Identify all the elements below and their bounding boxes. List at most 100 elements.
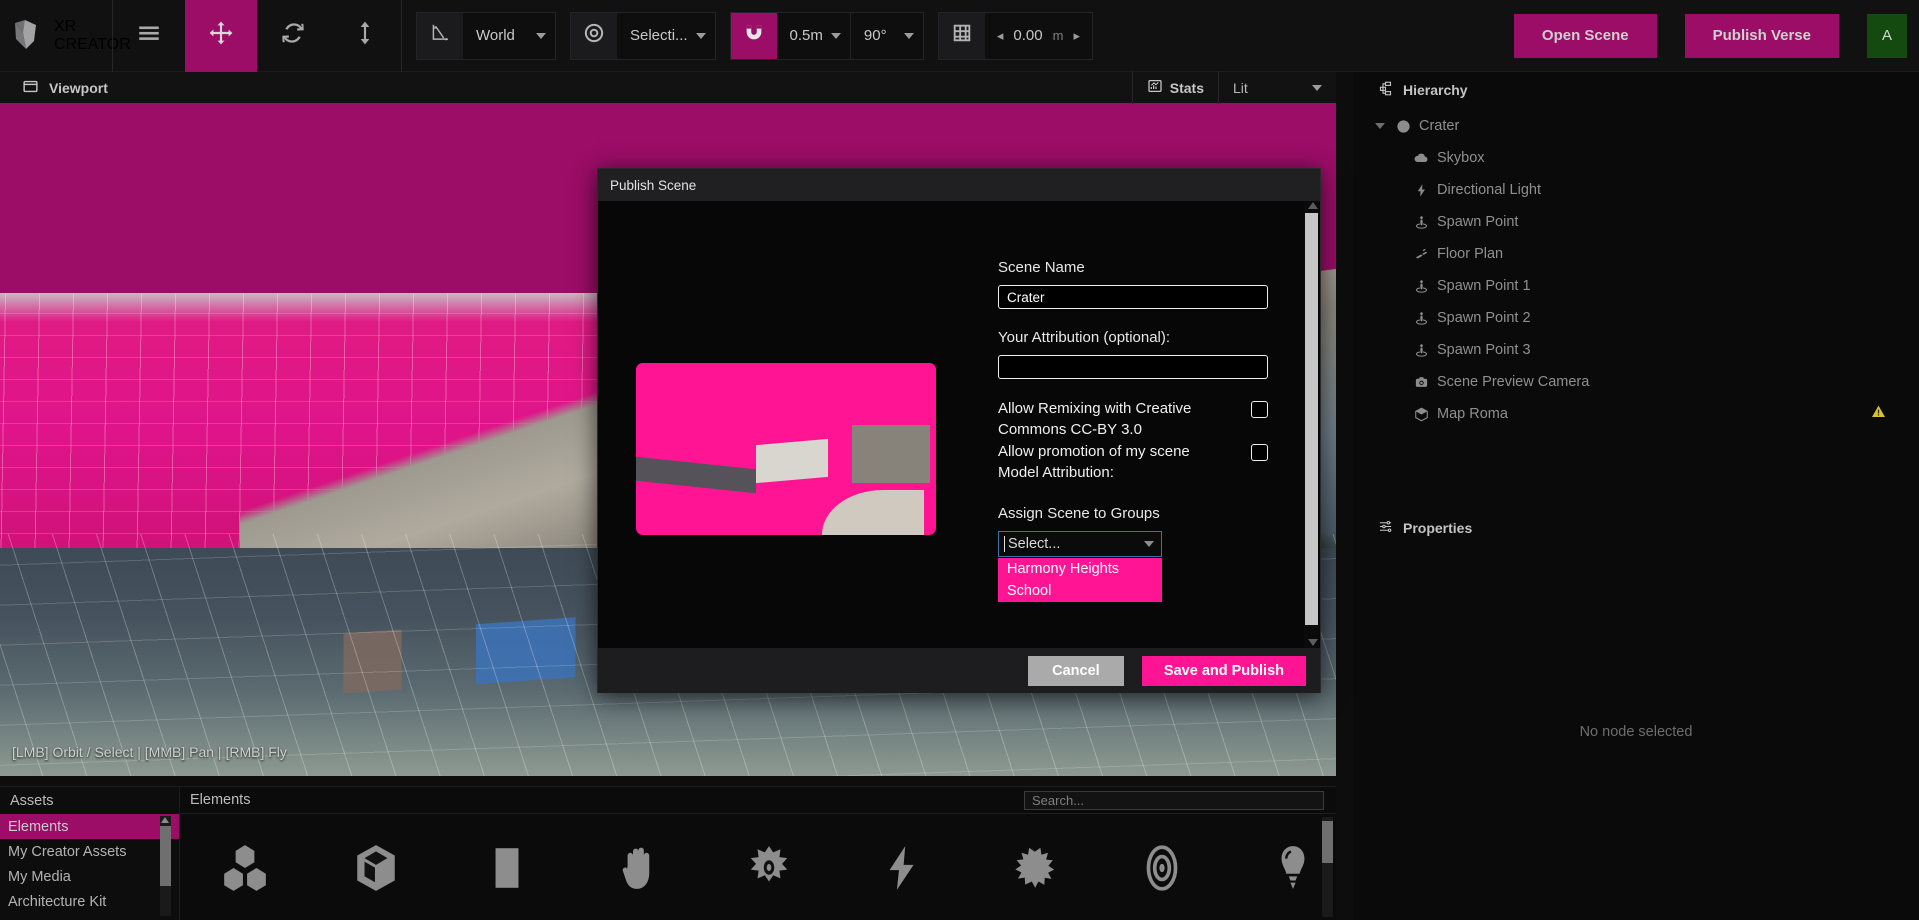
publish-verse-button[interactable]: Publish Verse [1684, 13, 1839, 58]
xr-creator-app: XR CREATOR World Selecti... 0.5m 90° ◂ 0… [0, 0, 1919, 920]
magnet-icon [743, 22, 765, 49]
assets-category-my-media[interactable]: My Media [0, 864, 179, 889]
scale-tool-button[interactable] [329, 0, 401, 72]
assets-content: Elements [180, 787, 1336, 920]
transform-space-group: World [416, 11, 556, 60]
attribution-input[interactable] [998, 355, 1268, 379]
assets-category-elements[interactable]: Elements [0, 814, 179, 839]
expand-toggle[interactable] [1369, 123, 1391, 129]
grid-height-stepper[interactable]: ◂ 0.00 m ▸ [984, 12, 1092, 59]
thumbnail-building-1 [756, 438, 828, 484]
snap-angle-select[interactable]: 90° [850, 12, 923, 59]
cube-icon [1409, 407, 1433, 422]
grid-prev-button[interactable]: ◂ [997, 28, 1004, 44]
plane-icon[interactable] [478, 839, 536, 897]
group-option-harmony-heights[interactable]: Harmony Heights [998, 558, 1162, 580]
cube-icon[interactable] [347, 839, 405, 897]
dialog-form: Scene Name Your Attribution (optional): … [998, 201, 1320, 648]
model-attribution-label: Model Attribution: [998, 463, 1114, 481]
hierarchy-item-spawn-point-2[interactable]: Spawn Point 2 [1353, 302, 1919, 334]
scene-name-input[interactable] [998, 285, 1268, 309]
assets-category-scrollbar[interactable] [160, 816, 171, 916]
hierarchy-item-directional-light[interactable]: Directional Light [1353, 174, 1919, 206]
window-icon [22, 78, 39, 98]
allow-promotion-label: Allow promotion of my scene [998, 443, 1190, 460]
scrollbar-thumb[interactable] [160, 826, 171, 886]
grid-next-button[interactable]: ▸ [1073, 28, 1080, 44]
scrollbar-thumb[interactable] [1305, 213, 1318, 625]
bolt-icon[interactable] [871, 839, 929, 897]
allow-remixing-checkbox[interactable] [1251, 401, 1268, 418]
hierarchy-item-label: Spawn Point 3 [1437, 342, 1531, 358]
assets-icon-grid [180, 814, 1336, 920]
particles-icon[interactable] [1002, 839, 1060, 897]
floor-plan-icon [1409, 247, 1433, 262]
assets-category-list: Elements My Creator Assets My Media Archite… [0, 814, 179, 914]
viewport-tab[interactable]: Viewport [0, 78, 108, 98]
save-and-publish-button[interactable]: Save and Publish [1141, 655, 1306, 686]
transform-space-select[interactable]: World [463, 12, 555, 59]
hierarchy-item-map-roma[interactable]: Map Roma [1353, 398, 1919, 430]
scene-thumbnail [636, 363, 936, 535]
hierarchy-header: Hierarchy [1353, 72, 1919, 108]
dialog-scrollbar[interactable] [1304, 201, 1319, 648]
chevron-down-icon [1144, 541, 1154, 547]
light-bulb-icon[interactable] [1264, 839, 1322, 897]
hierarchy-item-label: Map Roma [1437, 406, 1508, 422]
shading-mode-value: Lit [1233, 79, 1248, 96]
blocks-icon[interactable] [216, 839, 274, 897]
pivot-select[interactable]: Selecti... [617, 12, 715, 59]
assets-category-architecture-kit[interactable]: Architecture Kit [0, 889, 179, 914]
target-icon[interactable] [1133, 839, 1191, 897]
hierarchy-item-label: Floor Plan [1437, 246, 1504, 262]
group-option-school[interactable]: School [998, 580, 1162, 602]
warning-icon[interactable] [1871, 404, 1886, 424]
hierarchy-item-skybox[interactable]: Skybox [1353, 142, 1919, 174]
spawn-point-icon [1409, 279, 1433, 294]
hierarchy-item-spawn-point[interactable]: Spawn Point [1353, 206, 1919, 238]
pivot-target-icon [583, 22, 605, 49]
hierarchy-item-floor-plan[interactable]: Floor Plan [1353, 238, 1919, 270]
assets-scrollbar[interactable] [1322, 817, 1333, 917]
open-scene-button[interactable]: Open Scene [1513, 13, 1657, 58]
pivot-button[interactable] [571, 12, 617, 59]
properties-header: Properties [1353, 510, 1919, 546]
shading-mode-select[interactable]: Lit [1218, 71, 1336, 104]
hierarchy-item-label: Spawn Point [1437, 214, 1519, 230]
hierarchy-item-crater[interactable]: Crater [1353, 110, 1919, 142]
hierarchy-item-spawn-point-3[interactable]: Spawn Point 3 [1353, 334, 1919, 366]
hamburger-menu-button[interactable] [113, 0, 185, 72]
grid-toggle-button[interactable] [938, 12, 985, 59]
scroll-up-icon[interactable] [1308, 202, 1318, 209]
hierarchy-item-label: Skybox [1437, 150, 1485, 166]
stats-button[interactable]: Stats [1131, 71, 1218, 104]
move-tool-icon [208, 20, 234, 51]
sun-icon[interactable] [740, 839, 798, 897]
move-tool-button[interactable] [185, 0, 257, 72]
assign-groups-select[interactable]: Select... [998, 531, 1162, 557]
snap-distance-select[interactable]: 0.5m [776, 12, 850, 59]
hamburger-menu-icon [136, 20, 162, 51]
hand-icon[interactable] [609, 839, 667, 897]
cancel-button[interactable]: Cancel [1027, 655, 1124, 686]
scroll-up-icon[interactable] [161, 817, 169, 823]
hierarchy-icon [1378, 81, 1393, 99]
allow-remixing-label: Allow Remixing with Creative Commons CC-… [998, 400, 1192, 438]
axis-button[interactable] [417, 12, 463, 59]
search-input[interactable] [1024, 790, 1324, 810]
right-panel: Hierarchy Crater Skybox Directional Light S… [1353, 72, 1919, 920]
rotate-tool-button[interactable] [257, 0, 329, 72]
assets-category-my-creator-assets[interactable]: My Creator Assets [0, 839, 179, 864]
scrollbar-thumb[interactable] [1322, 821, 1333, 863]
hierarchy-item-spawn-point-1[interactable]: Spawn Point 1 [1353, 270, 1919, 302]
viewport-title: Viewport [49, 79, 108, 96]
stats-label: Stats [1169, 79, 1204, 96]
snap-toggle-button[interactable] [730, 12, 777, 59]
hierarchy-item-scene-preview-camera[interactable]: Scene Preview Camera [1353, 366, 1919, 398]
avatar[interactable]: A [1867, 13, 1907, 58]
dialog-title: Publish Scene [598, 169, 1320, 201]
allow-promotion-checkbox[interactable] [1251, 444, 1268, 461]
sliders-icon [1378, 519, 1393, 537]
scroll-down-icon[interactable] [1308, 639, 1318, 646]
scene-name-label: Scene Name [998, 259, 1085, 276]
